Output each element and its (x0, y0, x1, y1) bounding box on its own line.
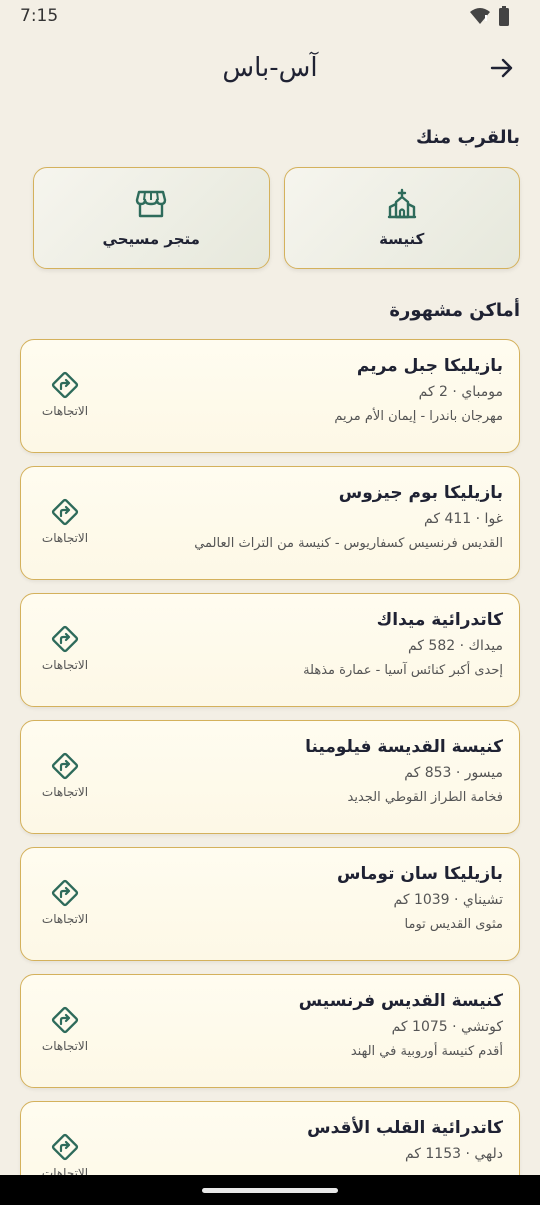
directions-icon (51, 1006, 79, 1034)
status-icons (470, 6, 510, 26)
place-card[interactable]: كاتدرائية ميداك ميداك · 582 كم إحدى أكبر… (20, 593, 520, 707)
place-info: كاتدرائية ميداك ميداك · 582 كم إحدى أكبر… (303, 610, 503, 678)
directions-label: الاتجاهات (41, 1039, 89, 1053)
directions-label: الاتجاهات (41, 1166, 89, 1175)
back-button[interactable] (486, 52, 518, 84)
status-time: 7:15 (20, 6, 59, 26)
directions-button[interactable]: الاتجاهات (35, 497, 95, 553)
nearby-store-card[interactable]: متجر مسيحي (33, 167, 270, 269)
place-desc: إحدى أكبر كنائس آسيا - عمارة مذهلة (303, 663, 503, 678)
directions-icon (51, 498, 79, 526)
directions-button[interactable]: الاتجاهات (35, 751, 95, 807)
arrow-right-icon (490, 58, 513, 78)
wifi-icon (470, 8, 490, 24)
directions-label: الاتجاهات (41, 531, 89, 545)
system-nav-bar (0, 1175, 540, 1205)
directions-button[interactable]: الاتجاهات (35, 1132, 95, 1175)
place-meta: مومباي · 2 كم (418, 384, 503, 400)
place-name: كاتدرائية ميداك (376, 610, 503, 630)
place-name: كاتدرائية القلب الأقدس (307, 1118, 503, 1138)
place-card[interactable]: كنيسة القديس فرنسيس كوتشي · 1075 كم أقدم… (20, 974, 520, 1088)
place-card[interactable]: بازيليكا بوم جيزوس غوا · 411 كم القديس ف… (20, 466, 520, 580)
nearby-section-title: بالقرب منك (415, 127, 520, 148)
nearby-church-label: كنيسة (379, 230, 425, 248)
place-info: بازيليكا بوم جيزوس غوا · 411 كم القديس ف… (194, 483, 503, 551)
directions-button[interactable]: الاتجاهات (35, 878, 95, 934)
place-info: بازيليكا جبل مريم مومباي · 2 كم مهرجان ب… (334, 356, 503, 424)
directions-icon (51, 1133, 79, 1161)
place-info: بازيليكا سان توماس تشيناي · 1039 كم مثوى… (337, 864, 503, 932)
place-desc: القديس فرنسيس كسفاريوس - كنيسة من التراث… (194, 536, 503, 551)
place-card[interactable]: بازيليكا جبل مريم مومباي · 2 كم مهرجان ب… (20, 339, 520, 453)
directions-label: الاتجاهات (41, 912, 89, 926)
place-meta: ميداك · 582 كم (407, 638, 503, 654)
directions-label: الاتجاهات (41, 658, 89, 672)
place-info: كاتدرائية القلب الأقدس دلهي · 1153 كم (307, 1118, 503, 1171)
place-name: كنيسة القديسة فيلومينا (305, 737, 503, 757)
directions-icon (51, 371, 79, 399)
nearby-categories: كنيسة متجر مسيحي (33, 167, 520, 269)
place-info: كنيسة القديس فرنسيس كوتشي · 1075 كم أقدم… (299, 991, 503, 1059)
place-meta: تشيناي · 1039 كم (393, 892, 504, 908)
directions-label: الاتجاهات (41, 785, 89, 799)
place-desc: مثوى القديس توما (404, 917, 503, 932)
directions-icon (51, 752, 79, 780)
place-name: بازيليكا سان توماس (337, 864, 503, 884)
place-meta: كوتشي · 1075 كم (391, 1019, 503, 1035)
place-meta: غوا · 411 كم (424, 511, 503, 527)
place-card[interactable]: كنيسة القديسة فيلومينا ميسور · 853 كم فخ… (20, 720, 520, 834)
place-meta: دلهي · 1153 كم (404, 1146, 503, 1162)
place-name: كنيسة القديس فرنسيس (298, 991, 503, 1011)
directions-button[interactable]: الاتجاهات (35, 624, 95, 680)
screen: 7:15 آس-باس بالقرب منك كنيسة متجر مسيحي … (0, 0, 540, 1175)
place-desc: فخامة الطراز القوطي الجديد (347, 790, 503, 805)
place-name: بازيليكا جبل مريم (356, 356, 503, 376)
store-icon (136, 190, 167, 218)
place-card[interactable]: كاتدرائية القلب الأقدس دلهي · 1153 كم ال… (20, 1101, 520, 1175)
nearby-church-card[interactable]: كنيسة (283, 167, 520, 269)
church-icon (387, 188, 416, 219)
page-title: آس-باس (222, 53, 318, 83)
app-bar: آس-باس (0, 40, 540, 96)
status-bar: 7:15 (0, 0, 540, 32)
place-card[interactable]: بازيليكا سان توماس تشيناي · 1039 كم مثوى… (20, 847, 520, 961)
battery-icon (499, 6, 509, 26)
place-name: بازيليكا بوم جيزوس (338, 483, 503, 503)
directions-button[interactable]: الاتجاهات (35, 1005, 95, 1061)
directions-icon (51, 879, 79, 907)
directions-label: الاتجاهات (41, 404, 89, 418)
place-meta: ميسور · 853 كم (404, 765, 503, 781)
nearby-store-label: متجر مسيحي (102, 230, 200, 248)
directions-icon (51, 625, 79, 653)
home-gesture-handle[interactable] (202, 1188, 338, 1193)
place-desc: مهرجان باندرا - إيمان الأم مريم (334, 409, 503, 424)
famous-places-list: بازيليكا جبل مريم مومباي · 2 كم مهرجان ب… (20, 339, 520, 1175)
directions-button[interactable]: الاتجاهات (35, 370, 95, 426)
place-desc: أقدم كنيسة أوروبية في الهند (350, 1044, 503, 1059)
place-info: كنيسة القديسة فيلومينا ميسور · 853 كم فخ… (305, 737, 503, 805)
famous-section-title: أماكن مشهورة (389, 300, 520, 321)
